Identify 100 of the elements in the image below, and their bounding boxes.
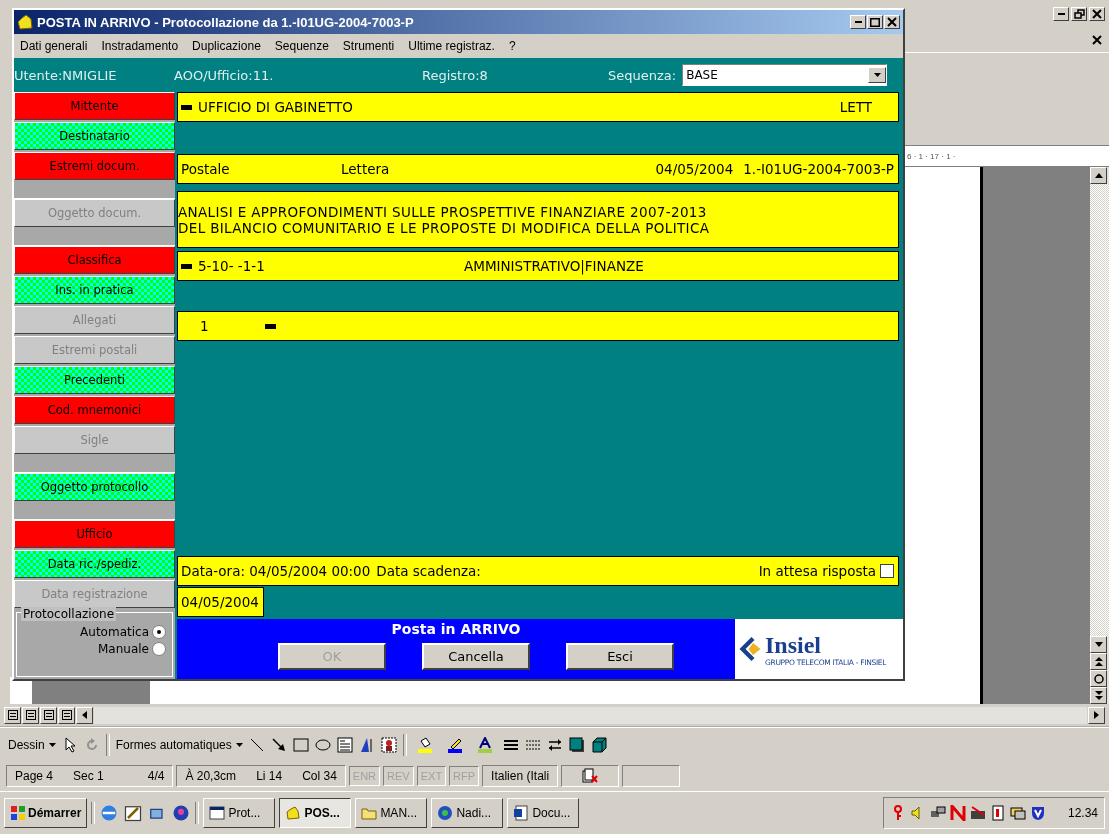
office-label: AOO/Ufficio:11. (174, 67, 275, 83)
classification-field[interactable]: 5-10- -1-1 AMMINISTRATIVO|FINANZE (177, 251, 899, 281)
menu-item[interactable]: Sequenze (274, 39, 329, 53)
app-icon (285, 805, 302, 822)
ruler-numbers: 6 · 1 · 17 · 1 · (907, 151, 956, 161)
close-icon (887, 17, 897, 27)
menu-item[interactable]: Ultime registraz. (408, 39, 495, 53)
previous-page-button[interactable] (1090, 653, 1107, 671)
start-button[interactable]: Démarrer (4, 798, 88, 829)
view-icon (7, 710, 18, 721)
attachments-field[interactable]: 1 (177, 311, 899, 341)
close-button[interactable] (884, 15, 900, 29)
up-arrow-icon (1094, 173, 1103, 178)
menu-item[interactable]: Instradamento (101, 39, 179, 53)
subject-field[interactable]: ANALISI E APPROFONDIMENTI SULLE PROSPETTIVE FINANZIARE 2007-2013 DEL BILANCIO COMUNITARIO E LE PROPOSTE DI MODIFICA DELLA POLITICA (177, 191, 899, 248)
scroll-down-button[interactable] (1090, 636, 1107, 654)
date-field[interactable]: Data-ora: 04/05/2004 00:00 Data scadenza: In attesa risposta (177, 556, 899, 586)
view-icon (61, 710, 72, 721)
radio-option[interactable]: Manuale (98, 640, 166, 657)
minimize-button[interactable] (850, 15, 866, 29)
line-indicator: Li 14 (256, 769, 283, 784)
sequence-label: Sequenza: (608, 67, 677, 83)
autoshapes-menu[interactable]: Formes automatiques (115, 737, 243, 752)
section-button[interactable]: Mittente (14, 92, 175, 120)
caret-icon (235, 742, 243, 747)
menu-item[interactable]: Dati generali (20, 39, 88, 53)
column-indicator: Col 34 (302, 769, 337, 784)
taskbar-button[interactable]: Nadi... (431, 798, 504, 829)
section-indicator: Sec 1 (73, 769, 104, 784)
battery-icon (989, 805, 1006, 822)
right-arrow-icon (1094, 711, 1099, 720)
folder-icon (361, 805, 378, 822)
language-indicator: Italien (Itali (491, 769, 550, 784)
scanner-icon (969, 805, 986, 822)
minimize-button[interactable] (1053, 7, 1069, 21)
user-label: Utente:NMIGLIE (14, 67, 118, 83)
browse-object-button[interactable] (1090, 670, 1107, 688)
minimize-icon (1057, 13, 1065, 15)
document-details-field[interactable]: Postale Lettera 04/05/2004 1.-I01UG-2004-7003-P (177, 154, 899, 184)
scroll-right-button[interactable] (1088, 706, 1105, 724)
status-pane (622, 765, 681, 788)
cube-icon (590, 736, 607, 753)
arrow-icon (270, 736, 287, 753)
view-icon (25, 710, 36, 721)
ellipse-icon (314, 736, 331, 753)
page-view-button[interactable] (40, 706, 57, 724)
normal-view-button[interactable] (4, 706, 21, 724)
register-label: Registro:8 (422, 67, 489, 83)
next-page-button[interactable] (1090, 687, 1107, 705)
close-button[interactable] (1089, 7, 1105, 21)
left-arrow-icon (82, 711, 87, 720)
clipart-icon (380, 736, 397, 753)
taskbar-button[interactable]: MAN... (355, 798, 428, 829)
document-icon (513, 805, 530, 822)
dialog-button[interactable]: Cancella (422, 643, 530, 670)
restore-button[interactable] (1071, 7, 1087, 21)
dialog-button[interactable]: Esci (566, 643, 674, 670)
scroll-left-button[interactable] (76, 706, 93, 724)
monitor-icon (1009, 805, 1026, 822)
windows-flag-icon (10, 805, 26, 822)
close-document-button[interactable] (1089, 33, 1105, 47)
view-icon (43, 710, 54, 721)
menu-item[interactable]: Duplicazione (192, 39, 261, 53)
down-arrow-icon (1094, 642, 1103, 648)
taskbar-button[interactable]: Prot... (203, 798, 276, 829)
panel-title: Posta in ARRIVO (391, 621, 521, 637)
radio-option[interactable]: Automatica (80, 623, 166, 640)
text-box-icon (336, 736, 353, 753)
minimize-icon (854, 21, 862, 23)
close-icon (1092, 35, 1102, 45)
line-icon (248, 736, 265, 753)
scroll-up-button[interactable] (1090, 167, 1107, 184)
dropdown-arrow-icon (873, 73, 881, 77)
taskbar-button[interactable]: POS... (279, 798, 352, 829)
awaiting-reply-checkbox[interactable] (880, 564, 894, 578)
menu-item[interactable]: Strumenti (342, 39, 395, 53)
section-button[interactable]: Ufficio (14, 520, 175, 548)
shield-icon (1029, 805, 1046, 822)
section-button[interactable]: Estremi docum. (14, 152, 175, 180)
logo-name: Insiel (765, 631, 821, 658)
section-button[interactable]: Cod. mnemonici (14, 396, 175, 424)
group-title: Protocollazione (21, 607, 116, 621)
outline-view-button[interactable] (58, 706, 75, 724)
double-up-icon (1094, 657, 1103, 667)
draw-menu[interactable]: Dessin (8, 737, 56, 752)
taskbar-button[interactable]: Docu... (507, 798, 580, 829)
wordart-icon (358, 736, 375, 753)
web-view-button[interactable] (22, 706, 39, 724)
registration-date-field[interactable]: 04/05/2004 (177, 587, 264, 617)
menu-item[interactable]: ? (508, 39, 516, 53)
maximize-button[interactable] (867, 15, 883, 29)
window-icon (209, 805, 226, 822)
circle-icon (1093, 673, 1104, 684)
sender-field[interactable]: UFFICIO DI GABINETTO LETT (177, 92, 899, 122)
position-indicator: À 20,3cm (185, 769, 237, 784)
section-button[interactable]: Classifica (14, 246, 175, 274)
sequence-dropdown[interactable]: BASE (682, 64, 888, 86)
rectangle-icon (292, 736, 309, 753)
window-title: POSTA IN ARRIVO - Protocollazione da 1.-I01UG-2004-7003-P (37, 14, 414, 30)
globe-icon (437, 805, 454, 822)
